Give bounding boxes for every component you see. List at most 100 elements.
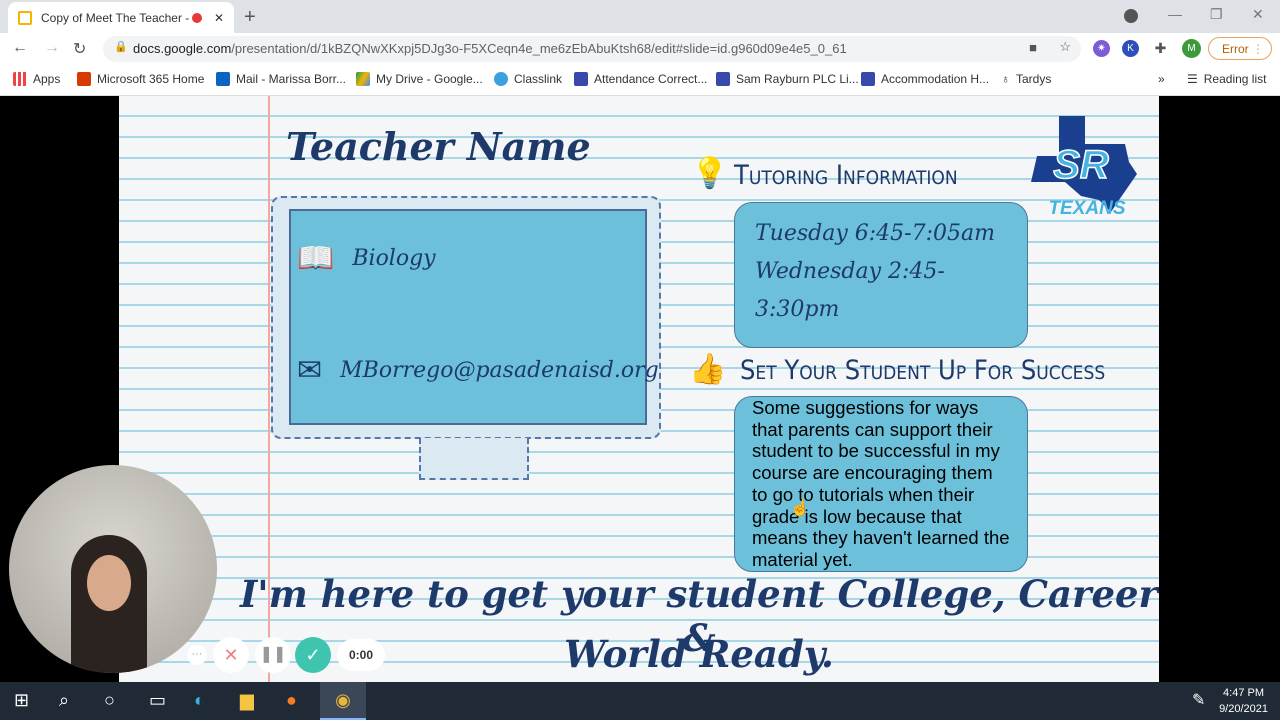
monitor-screen: 📖 Biology ✉ MBorrego@pasadenaisd.org	[289, 209, 659, 425]
svg-text:TEXANS: TEXANS	[1048, 198, 1125, 218]
subject-row: 📖 Biology	[297, 241, 436, 276]
extension-icon[interactable]: ✷	[1093, 40, 1110, 57]
drive-icon	[356, 72, 370, 86]
close-tab-icon[interactable]: ✕	[214, 11, 224, 25]
tutoring-heading[interactable]: Tutoring Information	[734, 160, 958, 191]
pen-icon[interactable]: ✎	[1192, 690, 1205, 710]
url-host: docs.google.com	[133, 41, 232, 56]
monitor-stand	[419, 438, 529, 480]
date: 9/20/2021	[1219, 703, 1268, 715]
form-icon	[716, 72, 730, 86]
bookmark-label: Tardys	[1016, 72, 1052, 86]
error-button[interactable]: Error ⋮	[1208, 37, 1272, 60]
star-icon[interactable]: ☆	[1059, 39, 1071, 55]
sr-texans-logo: SR TEXANS	[1031, 116, 1137, 218]
tutoring-line: Tuesday 6:45-7:05am	[755, 221, 995, 246]
close-window-button[interactable]: ✕	[1252, 6, 1264, 23]
recording-timer: 0:00	[337, 639, 385, 671]
minimize-button[interactable]: —	[1168, 6, 1182, 22]
success-box[interactable]: Some suggestions for ways that parents c…	[734, 396, 1028, 572]
toolbar: ← → ↻ 🔒 docs.google.com/presentation/d/1…	[0, 33, 1280, 64]
edge-icon[interactable]: ◐	[194, 690, 205, 711]
reading-list-icon: ☰	[1187, 72, 1198, 86]
svg-text:SR: SR	[1053, 143, 1109, 187]
pause-button[interactable]: ❚❚	[255, 637, 291, 673]
tab-title: Copy of Meet The Teacher -	[41, 10, 190, 25]
cortana-icon[interactable]: ○	[104, 690, 115, 711]
bookmark-label: Sam Rayburn PLC Li...	[736, 72, 859, 86]
apple-icon: ♁	[1001, 72, 1010, 86]
form-icon	[861, 72, 875, 86]
bookmark-label: Apps	[33, 72, 61, 86]
bookmark-plc[interactable]: Sam Rayburn PLC Li...	[716, 72, 859, 86]
bookmark-accommodation[interactable]: Accommodation H...	[861, 72, 989, 86]
tutoring-line: Wednesday 2:45-3:30pm	[755, 259, 945, 322]
new-tab-button[interactable]: +	[244, 6, 256, 29]
media-icon[interactable]	[1124, 9, 1138, 23]
bookmark-drive[interactable]: My Drive - Google...	[356, 72, 483, 86]
windows-start-icon[interactable]: ⊞	[14, 690, 29, 711]
presenter-face	[87, 555, 131, 611]
bookmark-mail[interactable]: Mail - Marissa Borr...	[216, 72, 346, 86]
teacher-name-title[interactable]: Teacher Name	[286, 124, 591, 169]
address-bar[interactable]: 🔒 docs.google.com/presentation/d/1kBZQNw…	[103, 36, 1081, 62]
tutoring-box[interactable]: Tuesday 6:45-7:05am Wednesday 2:45-3:30p…	[734, 202, 1028, 348]
bookmarks-bar: Apps Microsoft 365 Home Mail - Marissa B…	[0, 64, 1280, 96]
email-row: ✉ MBorrego@pasadenaisd.org	[297, 353, 659, 388]
book-icon: 📖	[297, 241, 335, 276]
cloud-icon	[494, 72, 508, 86]
tab-bar: Copy of Meet The Teacher - ✕ + — ❐ ✕	[0, 0, 1280, 33]
monitor-graphic: 📖 Biology ✉ MBorrego@pasadenaisd.org	[271, 196, 661, 439]
bookmark-label: My Drive - Google...	[376, 72, 483, 86]
bookmark-label: Mail - Marissa Borr...	[236, 72, 347, 86]
bookmark-classlink[interactable]: Classlink	[494, 72, 562, 86]
lightbulb-icon: 💡	[691, 157, 729, 190]
webcam-bubble[interactable]	[9, 465, 217, 673]
more-options-button[interactable]: ···	[187, 645, 207, 665]
office-icon	[77, 72, 91, 86]
error-label: Error	[1222, 42, 1249, 56]
puzzle-icon[interactable]: ✚	[1152, 40, 1169, 57]
slide[interactable]: Teacher Name 📖 Biology ✉ MBorrego@pasadena…	[119, 96, 1159, 682]
restore-button[interactable]: ❐	[1210, 6, 1223, 23]
slides-icon	[18, 10, 32, 25]
task-view-icon[interactable]: ▭	[149, 690, 166, 711]
thumbs-up-icon: 👍	[689, 353, 727, 386]
firefox-icon[interactable]: ●	[286, 690, 297, 711]
clock[interactable]: 4:47 PM 9/20/2021	[1219, 685, 1268, 717]
avatar[interactable]: M	[1182, 39, 1201, 58]
more-bookmarks-icon[interactable]: »	[1158, 72, 1165, 86]
lock-icon: 🔒	[114, 41, 128, 53]
forward-icon[interactable]: →	[44, 39, 60, 57]
search-icon[interactable]: ⌕	[59, 690, 69, 711]
time: 4:47 PM	[1223, 687, 1265, 699]
success-text: Some suggestions for ways that parents c…	[752, 397, 1010, 570]
bookmark-label: Attendance Correct...	[594, 72, 708, 86]
outlook-icon	[216, 72, 230, 86]
envelope-icon: ✉	[297, 353, 323, 388]
url-path: /presentation/d/1kBZQNwXKxpj5DJg3o-F5XCe…	[231, 41, 847, 56]
file-explorer-icon[interactable]: ▆	[240, 690, 254, 711]
chrome-icon[interactable]: ◉	[320, 682, 366, 720]
camera-icon[interactable]: ■	[1029, 40, 1037, 55]
reload-icon[interactable]: ↻	[73, 39, 86, 59]
email-text[interactable]: MBorrego@pasadenaisd.org	[340, 358, 659, 383]
bookmark-attendance[interactable]: Attendance Correct...	[574, 72, 707, 86]
apps-icon	[13, 72, 27, 86]
bookmark-tardys[interactable]: ♁ Tardys	[1001, 72, 1051, 86]
subject-text[interactable]: Biology	[352, 246, 435, 271]
bookmark-label: Accommodation H...	[881, 72, 990, 86]
k-extension-icon[interactable]: K	[1122, 40, 1139, 57]
reading-list-label: Reading list	[1203, 72, 1267, 86]
back-icon[interactable]: ←	[12, 39, 28, 57]
bookmark-label: Classlink	[514, 72, 563, 86]
finish-recording-button[interactable]: ✓	[295, 637, 331, 673]
hand-cursor-icon: ☝	[790, 500, 810, 517]
bookmark-m365[interactable]: Microsoft 365 Home	[77, 72, 204, 86]
bookmark-apps[interactable]: Apps	[13, 72, 60, 86]
tab-active[interactable]: Copy of Meet The Teacher - ✕	[8, 2, 234, 33]
cancel-recording-button[interactable]: ✕	[213, 637, 249, 673]
taskbar: ⊞ ⌕ ○ ▭ ◐ ▆ ● ◉ ✎ 4:47 PM 9/20/2021	[0, 682, 1280, 720]
success-heading[interactable]: Set Your Student Up For Success	[740, 355, 1105, 386]
reading-list-button[interactable]: ☰ Reading list	[1187, 72, 1266, 86]
